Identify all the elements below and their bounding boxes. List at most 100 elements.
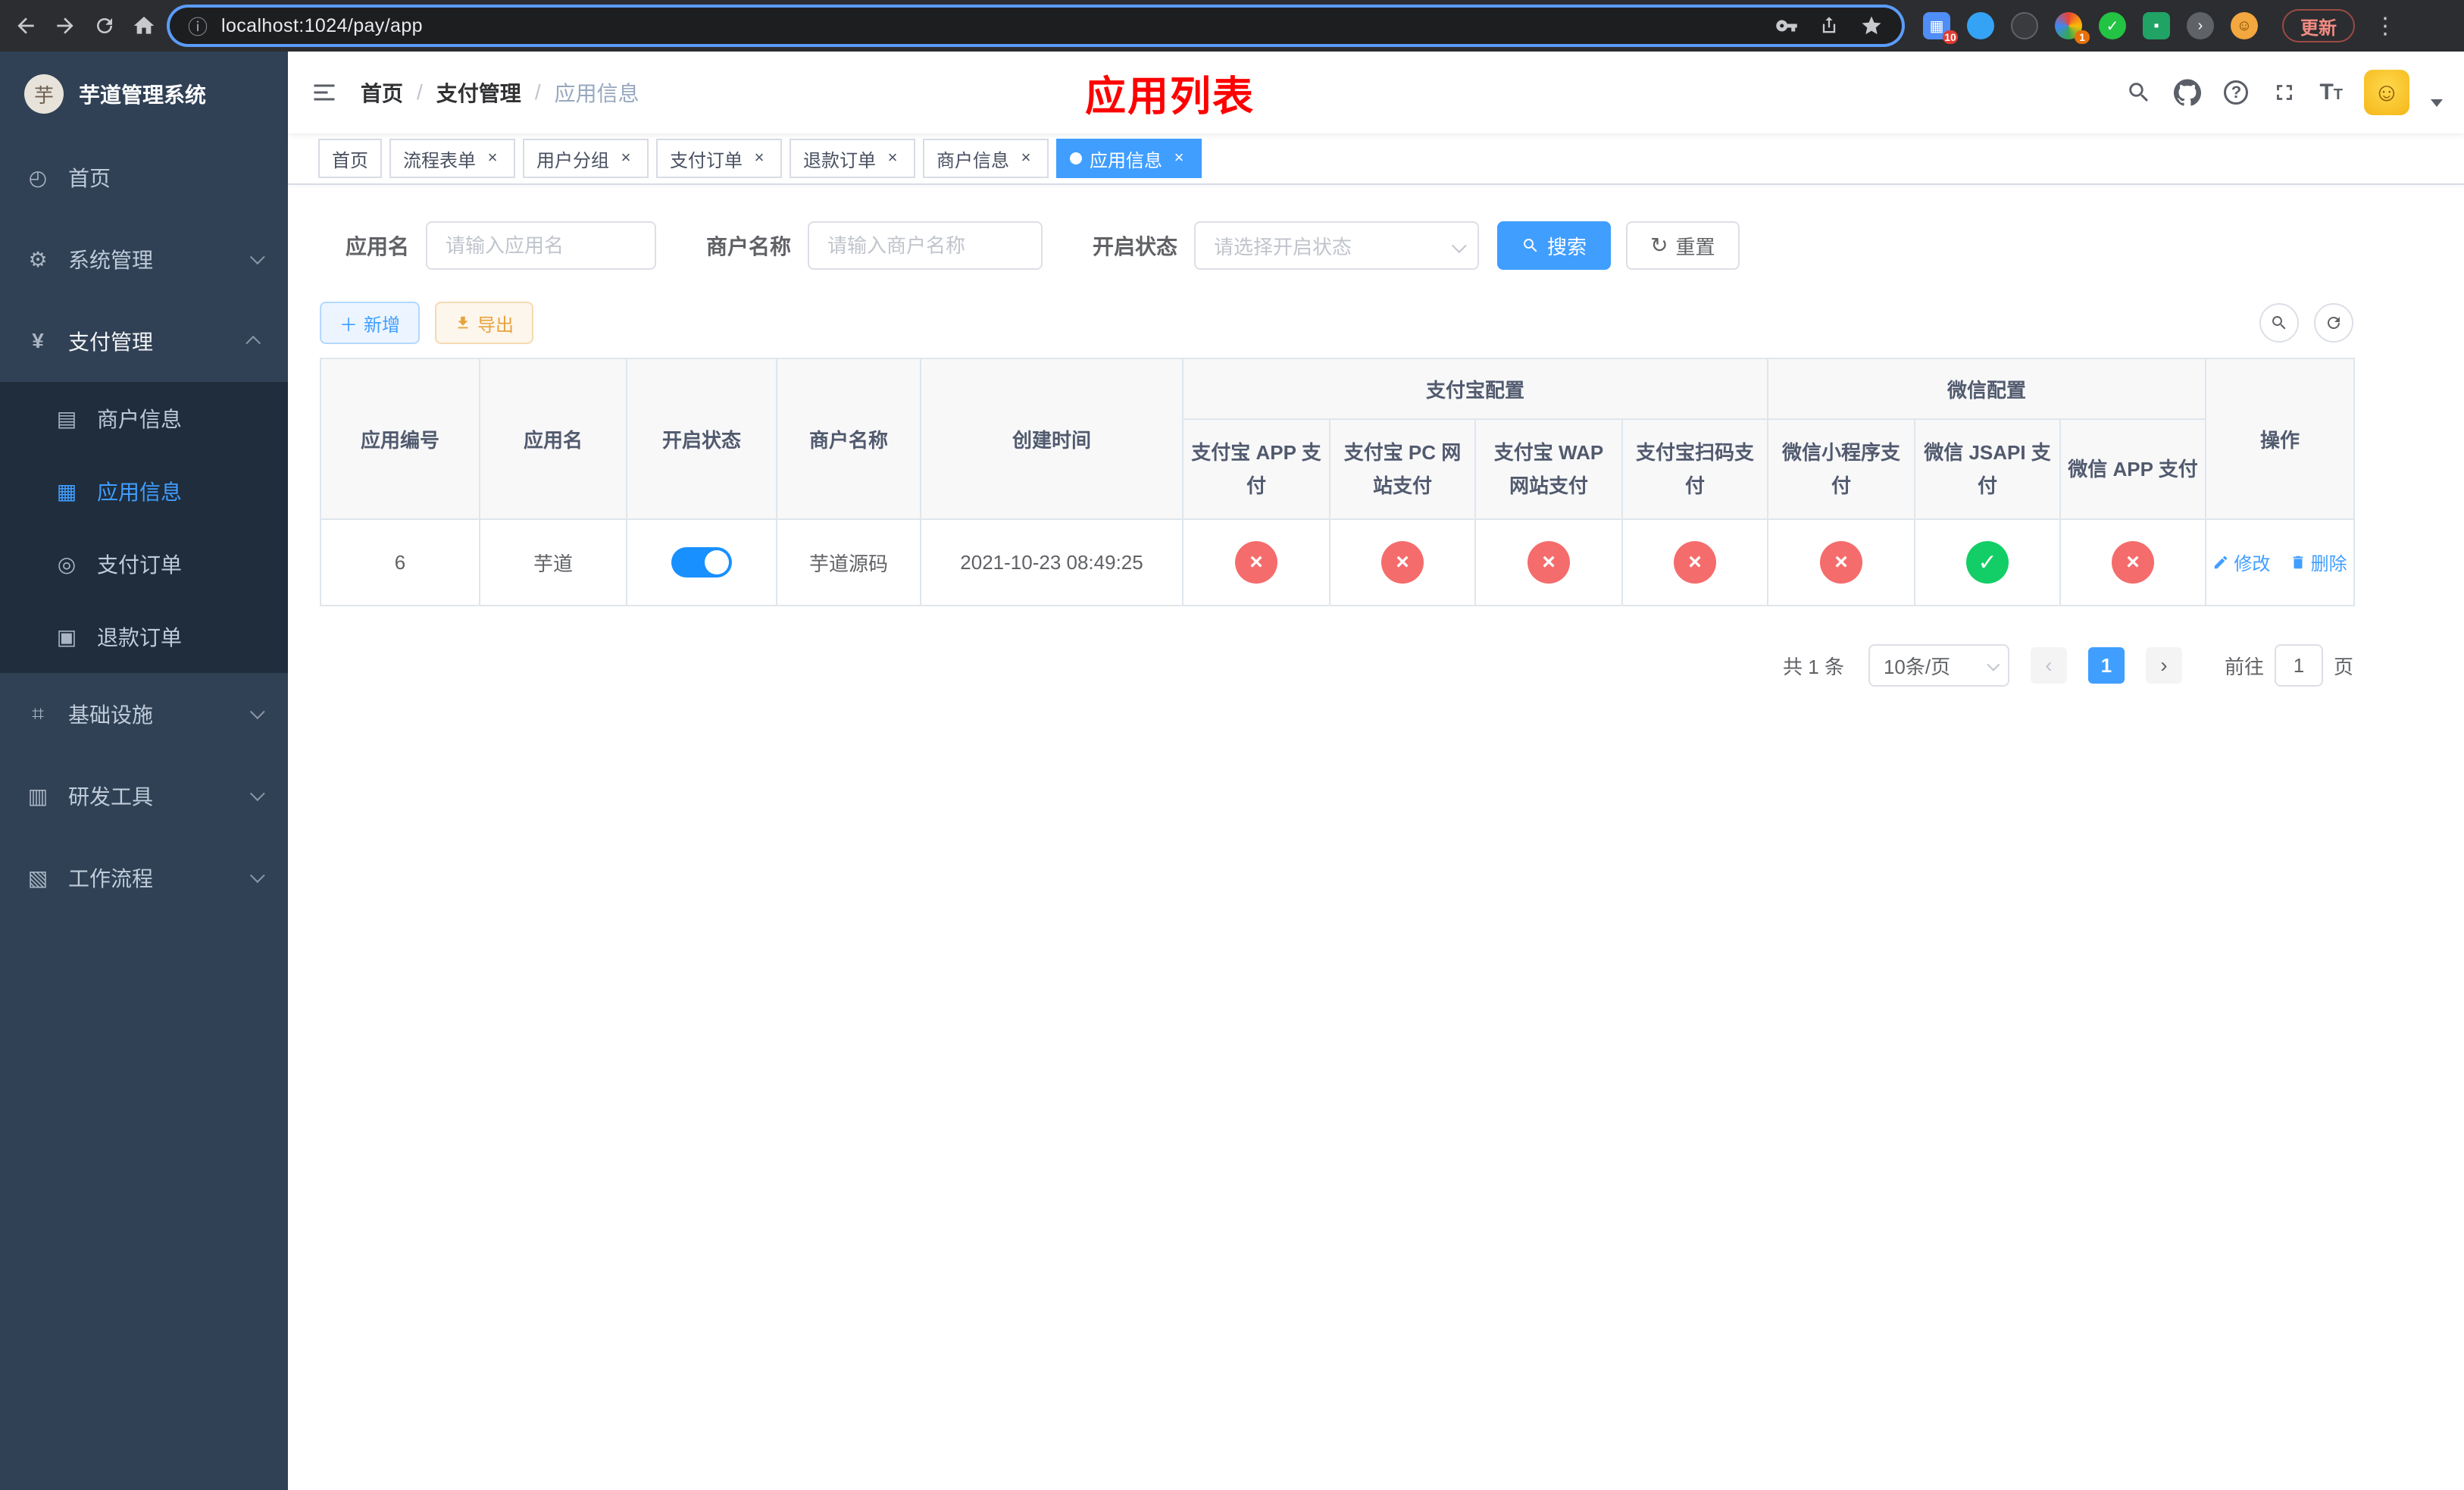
browser-reload-button[interactable] [88,9,121,42]
sidebar-item-payment[interactable]: ¥ 支付管理 [0,300,288,382]
site-info-icon[interactable]: ⓘ [188,12,208,40]
fullscreen-icon[interactable] [2271,79,2298,106]
delete-button[interactable]: 删除 [2290,549,2347,575]
sidebar-item-pay-order[interactable]: ◎ 支付订单 [0,527,288,600]
status-toggle[interactable] [671,547,732,578]
extension-dark-icon[interactable] [2011,12,2038,39]
user-menu-caret-icon[interactable] [2431,99,2443,107]
page-number-button[interactable]: 1 [2087,647,2125,684]
next-page-button[interactable]: › [2145,647,2182,684]
workflow-icon: ▧ [27,866,48,890]
search-icon[interactable] [2125,79,2153,106]
sidebar-item-app-info[interactable]: ▦ 应用信息 [0,455,288,527]
col-wechat-jsapi: 微信 JSAPI 支付 [1914,418,2062,520]
tab-merchant-info[interactable]: 商户信息 × [923,139,1049,178]
tab-label: 应用信息 [1090,150,1162,171]
active-dot-icon [1070,152,1082,164]
chevron-down-icon [249,249,265,265]
extension-pin-icon[interactable]: › [2187,12,2214,39]
tab-home[interactable]: 首页 [318,139,382,178]
avatar[interactable]: ☺ [2364,70,2409,115]
bookmark-star-icon[interactable] [1859,14,1884,38]
breadcrumb-payment[interactable]: 支付管理 [436,77,521,108]
sidebar-item-label: 工作流程 [68,867,154,891]
reset-button[interactable]: ↻ 重置 [1626,221,1740,270]
help-icon[interactable]: ? [2222,79,2250,106]
page-size-select[interactable]: 10条/页 [1868,644,2009,687]
tab-label: 支付订单 [670,150,743,171]
font-size-icon[interactable]: TT [2319,80,2343,105]
page-title: 应用列表 [1085,74,1255,120]
goto-page-input[interactable] [2274,644,2323,687]
tab-app-info[interactable]: 应用信息 × [1056,139,1202,178]
tab-label: 首页 [332,150,368,171]
extension-chat-icon[interactable]: ▪ [2143,12,2170,39]
table-toolbar: ＋ 新增 导出 [320,302,2353,344]
breadcrumb-separator: / [417,80,423,104]
extension-drop-icon[interactable] [1967,12,1994,39]
address-bar[interactable]: ⓘ localhost:1024/pay/app [170,8,1902,44]
sidebar-item-infra[interactable]: ⌗ 基础设施 [0,673,288,755]
sidebar-item-workflow[interactable]: ▧ 工作流程 [0,837,288,919]
sidebar-item-label: 退款订单 [97,626,183,650]
tab-label: 退款订单 [803,150,876,171]
add-button[interactable]: ＋ 新增 [320,302,420,344]
total-count: 共 1 条 [1783,655,1844,678]
password-key-icon[interactable] [1775,14,1799,38]
extension-profile-icon[interactable]: 1 [2055,12,2090,44]
browser-back-button[interactable] [9,9,42,42]
share-icon[interactable] [1817,14,1841,38]
merchant-name-input[interactable] [808,221,1043,270]
tab-refund-order[interactable]: 退款订单 × [790,139,915,178]
close-icon[interactable]: × [617,149,635,167]
table-row: 6 芋道 芋道源码 2021-10-23 08:49:25 × × × × × … [320,518,2356,606]
status-select-placeholder: 请选择开启状态 [1214,235,1352,258]
extension-check-icon[interactable]: ✓ [2099,12,2126,39]
extension-face-icon[interactable]: ☺ [2231,12,2258,39]
sidebar-item-devtools[interactable]: ▥ 研发工具 [0,755,288,837]
breadcrumb-home[interactable]: 首页 [361,77,403,108]
monitor-icon: ⌗ [32,701,44,725]
col-wechat-mini: 微信小程序支付 [1767,418,1916,520]
github-icon[interactable] [2174,79,2202,106]
close-icon[interactable]: × [1017,149,1035,167]
browser-forward-button[interactable] [48,9,82,42]
delete-label: 删除 [2310,554,2347,575]
app-name-input[interactable] [426,221,657,270]
browser-menu-icon[interactable]: ⋮ [2373,13,2397,39]
toggle-search-button[interactable] [2259,303,2299,343]
sidebar-item-system[interactable]: ⚙ 系统管理 [0,218,288,300]
close-icon[interactable]: × [750,149,768,167]
sidebar-item-home[interactable]: ◴ 首页 [0,136,288,218]
chevron-up-icon [245,335,261,351]
url-text[interactable]: localhost:1024/pay/app [221,15,1756,37]
tab-pay-order[interactable]: 支付订单 × [656,139,782,178]
app-grid-icon: ▦ [56,479,77,503]
extension-badge: 1 [2075,30,2090,44]
extension-strip: ▦ 10 1 ✓ ▪ › ☺ [1923,12,2258,44]
sidebar-item-merchant-info[interactable]: ▤ 商户信息 [0,382,288,455]
close-icon[interactable]: × [883,149,902,167]
export-button[interactable]: 导出 [435,302,533,344]
status-select[interactable]: 请选择开启状态 [1194,221,1480,270]
tab-process-form[interactable]: 流程表单 × [389,139,515,178]
close-icon[interactable]: × [1170,149,1188,167]
refresh-table-button[interactable] [2314,303,2353,343]
extension-apps-icon[interactable]: ▦ 10 [1923,12,1958,44]
cell-wechat-mini: × [1767,518,1916,606]
prev-page-button[interactable]: ‹ [2030,647,2067,684]
edit-button[interactable]: 修改 [2212,549,2270,575]
chevron-down-icon [249,704,265,720]
sidebar-logo[interactable]: 芋 芋道管理系统 [0,52,288,136]
close-icon[interactable]: × [483,149,502,167]
cell-created: 2021-10-23 08:49:25 [920,518,1184,606]
sidebar-fold-icon[interactable] [288,79,361,106]
browser-update-button[interactable]: 更新 [2282,9,2355,42]
tab-label: 用户分组 [536,150,609,171]
extension-badge: 10 [1943,30,1958,44]
tab-user-group[interactable]: 用户分组 × [523,139,649,178]
browser-home-button[interactable] [127,9,161,42]
search-button[interactable]: 搜索 [1497,221,1612,270]
sidebar-item-refund-order[interactable]: ▣ 退款订单 [0,600,288,673]
tab-label: 流程表单 [403,150,476,171]
